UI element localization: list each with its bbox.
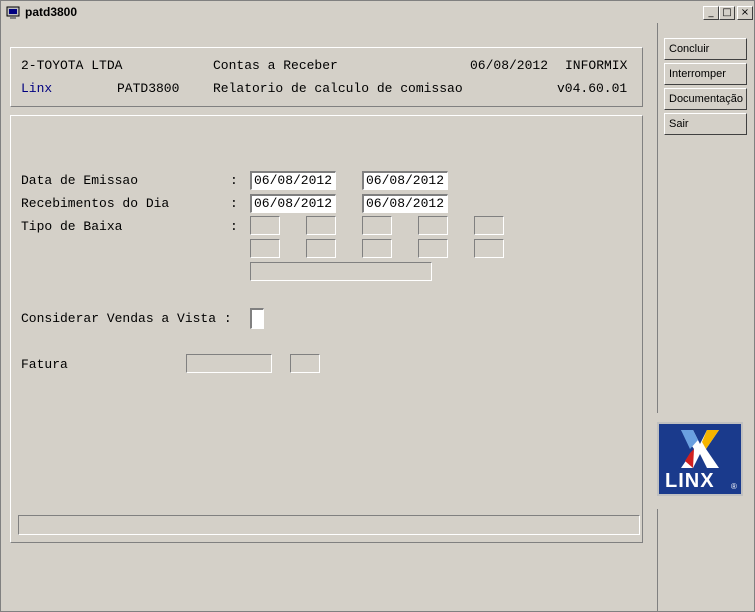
program-code: PATD3800 — [117, 81, 180, 96]
data-emissao-to-input[interactable]: 06/08/2012 — [362, 171, 448, 190]
colon-label: : — [230, 196, 238, 211]
database-name: INFORMIX — [565, 58, 628, 73]
fatura-label: Fatura — [21, 357, 68, 372]
module-name: Contas a Receber — [213, 58, 338, 73]
tipo-baixa-input[interactable] — [362, 239, 392, 258]
header-date: 06/08/2012 — [470, 58, 549, 73]
recebimentos-label: Recebimentos do Dia — [21, 196, 170, 211]
data-emissao-from-input[interactable]: 06/08/2012 — [250, 171, 336, 190]
report-title: Relatorio de calculo de comissao — [213, 81, 463, 96]
header-panel — [10, 47, 643, 107]
tipo-baixa-input[interactable] — [306, 239, 336, 258]
tipo-baixa-input[interactable] — [418, 216, 448, 235]
tipo-baixa-input[interactable] — [250, 239, 280, 258]
data-emissao-label: Data de Emissao — [21, 173, 139, 188]
tipo-baixa-input[interactable] — [474, 216, 504, 235]
interromper-button[interactable]: Interromper — [664, 63, 747, 85]
linx-x-icon — [681, 430, 719, 468]
concluir-button[interactable]: Concluir — [664, 38, 747, 60]
documentacao-button[interactable]: Documentação — [664, 88, 747, 110]
considerar-vendas-label: Considerar Vendas a Vista : — [21, 311, 232, 326]
recebimentos-from-input[interactable]: 06/08/2012 — [250, 194, 336, 213]
app-window: patd3800 _ □ × 2-TOYOTA LTDA Contas a Re… — [0, 0, 755, 612]
tipo-baixa-input[interactable] — [250, 216, 280, 235]
fatura-input[interactable] — [186, 354, 272, 373]
tipo-baixa-input[interactable] — [306, 216, 336, 235]
company-name: 2-TOYOTA LTDA — [21, 58, 123, 73]
close-button[interactable]: × — [737, 6, 753, 20]
tipo-baixa-label: Tipo de Baixa — [21, 219, 123, 234]
tipo-baixa-input[interactable] — [418, 239, 448, 258]
status-bar — [18, 515, 640, 535]
recebimentos-to-input[interactable]: 06/08/2012 — [362, 194, 448, 213]
side-divider — [657, 23, 658, 413]
tipo-baixa-input[interactable] — [474, 239, 504, 258]
maximize-button[interactable]: □ — [719, 6, 735, 20]
registered-mark: ® — [731, 482, 737, 491]
colon-label: : — [230, 219, 238, 234]
version-label: v04.60.01 — [557, 81, 628, 96]
window-title: patd3800 — [25, 5, 78, 19]
considerar-vendas-input[interactable] — [250, 308, 264, 329]
tipo-baixa-input[interactable] — [362, 216, 392, 235]
tipo-baixa-description — [250, 262, 432, 281]
app-window-icon — [6, 6, 20, 19]
sair-button[interactable]: Sair — [664, 113, 747, 135]
minimize-button[interactable]: _ — [703, 6, 719, 20]
linx-logo: LINX ® — [657, 422, 743, 496]
side-divider — [657, 509, 658, 611]
linx-logo-text: LINX — [665, 470, 715, 492]
colon-label: : — [230, 173, 238, 188]
brand-label: Linx — [21, 81, 53, 96]
title-bar: patd3800 _ □ × — [2, 2, 753, 23]
fatura-serie-input[interactable] — [290, 354, 320, 373]
